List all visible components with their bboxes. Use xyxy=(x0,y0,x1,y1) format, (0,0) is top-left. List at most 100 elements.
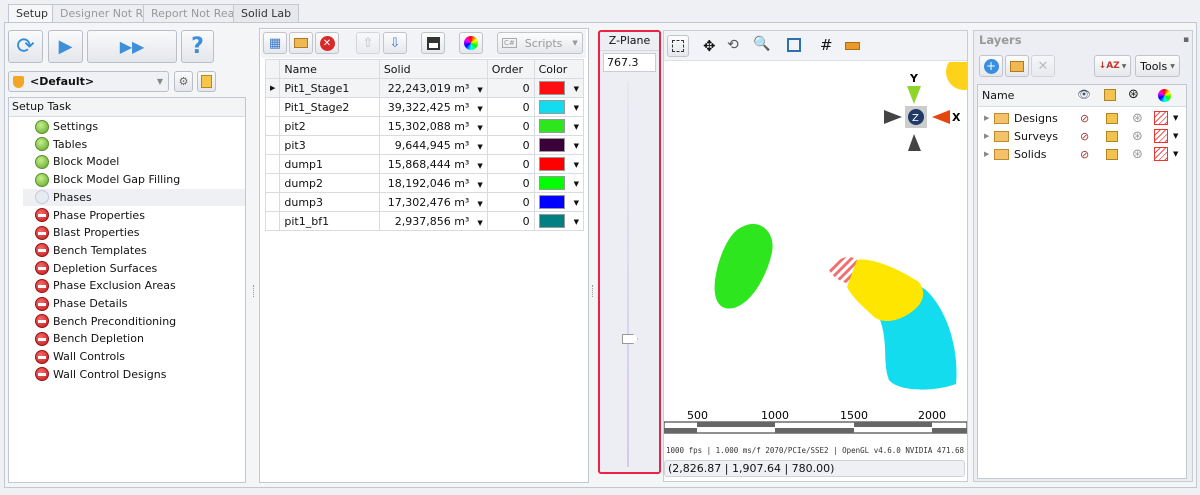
cell-order[interactable]: 0 xyxy=(486,192,535,212)
cell-order[interactable]: 0 xyxy=(486,97,535,117)
setup-task-item[interactable]: Bench Templates xyxy=(35,242,147,259)
cell-solid[interactable]: 15,302,088 m³ ▼ xyxy=(378,116,488,136)
layer-color-swatch[interactable] xyxy=(1154,129,1168,143)
chevron-down-icon[interactable]: ▼ xyxy=(574,161,579,169)
chevron-down-icon[interactable]: ▼ xyxy=(477,143,482,151)
cell-solid[interactable]: 17,302,476 m³ ▼ xyxy=(378,192,488,212)
tab-solid-lab[interactable]: Solid Lab xyxy=(233,4,300,23)
table-row[interactable]: dump3 17,302,476 m³ ▼ 0 ▼ xyxy=(264,192,585,212)
table-row[interactable]: pit3 9,644,945 m³ ▼ 0 ▼ xyxy=(264,135,585,155)
setup-task-item[interactable]: Tables xyxy=(35,136,87,153)
cell-name[interactable]: Pit1_Stage1 xyxy=(279,78,380,98)
splitter-handle[interactable] xyxy=(592,285,595,297)
cell-order[interactable]: 0 xyxy=(486,135,535,155)
tools-button[interactable]: Tools ▼ xyxy=(1135,55,1180,77)
layer-item[interactable]: ▶ Designs ⊘ ⊛ ▼ xyxy=(984,109,1184,127)
setup-task-item[interactable]: Depletion Surfaces xyxy=(35,260,157,277)
chevron-down-icon[interactable]: ▼ xyxy=(477,181,482,189)
setup-task-item[interactable]: Bench Depletion xyxy=(35,330,144,347)
setup-task-item[interactable]: Phases xyxy=(23,188,245,206)
cell-color[interactable]: ▼ xyxy=(533,97,585,117)
wireframe-icon[interactable]: ⊛ xyxy=(1132,111,1154,126)
chevron-down-icon[interactable]: ▼ xyxy=(477,200,482,208)
delete-button[interactable]: ✕ xyxy=(315,32,339,54)
z-plane-input[interactable]: 767.3 xyxy=(603,53,656,72)
chevron-down-icon[interactable]: ▼ xyxy=(1173,114,1178,122)
cell-color[interactable]: ▼ xyxy=(533,116,585,136)
column-header-solid[interactable]: Solid xyxy=(378,59,488,79)
color-button[interactable] xyxy=(459,32,483,54)
table-button[interactable]: ▦ xyxy=(263,32,287,54)
layer-item[interactable]: ▶ Surveys ⊘ ⊛ ▼ xyxy=(984,127,1184,145)
hidden-eye-icon[interactable]: ⊘ xyxy=(1080,148,1106,161)
chevron-down-icon[interactable]: ▼ xyxy=(574,142,579,150)
cell-solid[interactable]: 15,868,444 m³ ▼ xyxy=(378,154,488,174)
setup-task-item[interactable]: Wall Controls xyxy=(35,348,125,365)
cell-order[interactable]: 0 xyxy=(486,116,535,136)
expand-icon[interactable]: ▶ xyxy=(984,132,994,140)
unlock-icon[interactable] xyxy=(1106,148,1118,160)
table-row[interactable]: dump1 15,868,444 m³ ▼ 0 ▼ xyxy=(264,154,585,174)
z-plane-slider-thumb[interactable] xyxy=(622,334,638,344)
cell-solid[interactable]: 18,192,046 m³ ▼ xyxy=(378,173,488,193)
hidden-eye-icon[interactable]: ⊘ xyxy=(1080,130,1106,143)
notes-button[interactable] xyxy=(197,71,216,92)
chevron-down-icon[interactable]: ▼ xyxy=(574,218,579,226)
hidden-eye-icon[interactable]: ⊘ xyxy=(1080,112,1106,125)
cell-order[interactable]: 0 xyxy=(486,78,535,98)
column-header-name[interactable]: Name xyxy=(279,59,380,79)
chevron-down-icon[interactable]: ▼ xyxy=(574,199,579,207)
cell-color[interactable]: ▼ xyxy=(533,173,585,193)
setup-task-item[interactable]: Wall Control Designs xyxy=(35,366,167,383)
splitter-handle[interactable] xyxy=(253,285,256,297)
scripts-button[interactable]: C# Scripts ▼ xyxy=(497,32,583,54)
setup-task-item[interactable]: Phase Exclusion Areas xyxy=(35,277,176,294)
cell-name[interactable]: dump2 xyxy=(279,173,380,193)
layer-color-swatch[interactable] xyxy=(1154,111,1168,125)
add-layer-button[interactable]: + xyxy=(979,55,1003,77)
setup-task-item[interactable]: Blast Properties xyxy=(35,224,139,241)
chevron-down-icon[interactable]: ▼ xyxy=(477,86,482,94)
cell-solid[interactable]: 2,937,856 m³ ▼ xyxy=(378,211,488,231)
cell-name[interactable]: pit1_bf1 xyxy=(279,211,380,231)
cell-name[interactable]: dump1 xyxy=(279,154,380,174)
chevron-down-icon[interactable]: ▼ xyxy=(574,180,579,188)
chevron-down-icon[interactable]: ▼ xyxy=(574,85,579,93)
chevron-down-icon[interactable]: ▼ xyxy=(1173,132,1178,140)
grid-toggle-icon[interactable]: # xyxy=(820,36,833,54)
ruler-icon[interactable] xyxy=(845,42,860,50)
settings-button[interactable]: ⚙ xyxy=(174,71,193,92)
zoom-icon[interactable]: 🔍 xyxy=(753,36,770,52)
expand-icon[interactable]: ▶ xyxy=(984,114,994,122)
table-row[interactable]: pit2 15,302,088 m³ ▼ 0 ▼ xyxy=(264,116,585,136)
run-all-button[interactable]: ▶▶ xyxy=(87,30,177,63)
cell-name[interactable]: pit3 xyxy=(279,135,380,155)
help-button[interactable]: ? xyxy=(181,30,214,63)
save-button[interactable] xyxy=(421,32,445,54)
chevron-down-icon[interactable]: ▼ xyxy=(477,162,482,170)
wireframe-icon[interactable]: ⊛ xyxy=(1132,147,1154,162)
remove-layer-button[interactable]: ✕ xyxy=(1031,55,1055,77)
cell-name[interactable]: pit2 xyxy=(279,116,380,136)
open-button[interactable] xyxy=(289,32,313,54)
setup-task-item[interactable]: Block Model xyxy=(35,153,119,170)
unlock-icon[interactable] xyxy=(1106,112,1118,124)
setup-task-item[interactable]: Block Model Gap Filling xyxy=(35,171,180,188)
move-down-button[interactable]: ⇩ xyxy=(383,32,407,54)
zoom-extents-icon[interactable] xyxy=(787,38,801,52)
setup-task-item[interactable]: Phase Details xyxy=(35,295,127,312)
chevron-down-icon[interactable]: ▼ xyxy=(1173,150,1178,158)
cell-name[interactable]: Pit1_Stage2 xyxy=(279,97,380,117)
cell-solid[interactable]: 22,243,019 m³ ▼ xyxy=(378,78,488,98)
cell-solid[interactable]: 39,322,425 m³ ▼ xyxy=(378,97,488,117)
cell-color[interactable]: ▼ xyxy=(533,154,585,174)
pin-icon[interactable]: ▪ xyxy=(1183,35,1189,45)
chevron-down-icon[interactable]: ▼ xyxy=(574,123,579,131)
sort-button[interactable]: ↓AZ ▼ xyxy=(1094,55,1131,77)
chevron-down-icon[interactable]: ▼ xyxy=(477,219,482,227)
layer-color-swatch[interactable] xyxy=(1154,147,1168,161)
setup-task-item[interactable]: Bench Preconditioning xyxy=(35,313,176,330)
layer-item[interactable]: ▶ Solids ⊘ ⊛ ▼ xyxy=(984,145,1184,163)
unlock-icon[interactable] xyxy=(1106,130,1118,142)
cell-order[interactable]: 0 xyxy=(486,211,535,231)
